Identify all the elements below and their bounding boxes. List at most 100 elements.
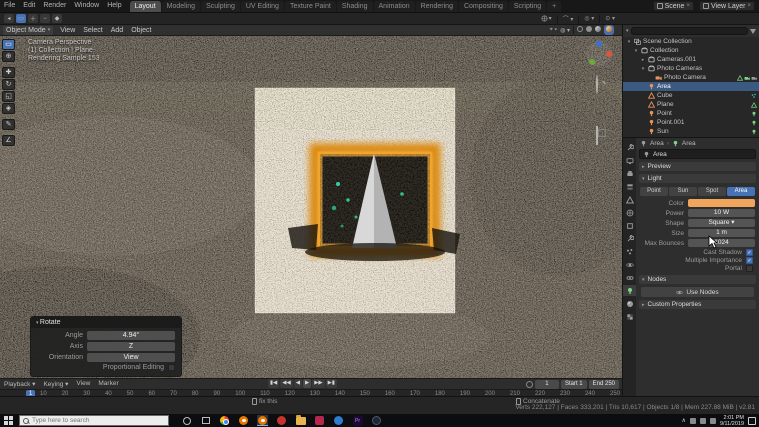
outliner-row-point-001[interactable]: Point.001 xyxy=(623,118,759,127)
filter-icon[interactable] xyxy=(750,28,756,34)
axis-x-handle[interactable] xyxy=(606,51,612,57)
select-box-tool[interactable]: ▭ xyxy=(2,39,15,50)
menu-edit[interactable]: Edit xyxy=(19,0,39,12)
play-button[interactable]: ▶ xyxy=(302,379,312,388)
taskbar-clock[interactable]: 2:01 PM 9/11/2019 xyxy=(720,415,744,427)
back-icon[interactable]: ◂ xyxy=(4,14,14,23)
auto-keying-toggle[interactable] xyxy=(525,380,533,388)
tab-texture-paint[interactable]: Texture Paint xyxy=(284,0,336,12)
timeline-menu-playback[interactable]: Playback ▾ xyxy=(0,380,39,388)
premiere-icon[interactable]: Pr xyxy=(352,415,363,426)
breadcrumb-data[interactable]: Area xyxy=(682,140,696,147)
field-value[interactable]: Z xyxy=(87,342,175,351)
current-frame-field[interactable]: 1 xyxy=(534,379,559,389)
rotate-panel-header[interactable]: ▾ Rotate xyxy=(31,317,181,328)
tab-rendering[interactable]: Rendering xyxy=(415,0,458,12)
orientation-dropdown[interactable]: ▾ xyxy=(541,15,552,22)
menu-window[interactable]: Window xyxy=(70,0,103,12)
tool-option-mix-icon[interactable]: ◆ xyxy=(52,14,62,23)
cortana-icon[interactable] xyxy=(181,415,192,426)
app-red-icon[interactable] xyxy=(276,415,287,426)
shading-material-button[interactable] xyxy=(595,26,601,34)
jump-to-end-button[interactable]: ▶▮ xyxy=(325,379,337,388)
menu-help[interactable]: Help xyxy=(103,0,125,12)
menu-render[interactable]: Render xyxy=(39,0,70,12)
light-section-header[interactable]: ▾ Light xyxy=(639,174,756,183)
tab-shading[interactable]: Shading xyxy=(336,0,373,12)
notification-center-icon[interactable] xyxy=(748,416,756,425)
measure-tool[interactable]: ∠ xyxy=(2,135,15,146)
frame-start-field[interactable]: Start 1 xyxy=(560,379,587,389)
viewport-menu-add[interactable]: Add xyxy=(107,27,127,34)
menu-file[interactable]: File xyxy=(0,0,19,12)
play-reverse-button[interactable]: ◀ xyxy=(293,379,302,388)
light-type-area[interactable]: Area xyxy=(727,187,755,196)
app-dark-icon[interactable] xyxy=(371,415,382,426)
properties-tab-tool[interactable] xyxy=(623,142,637,153)
timeline-menu-view[interactable]: View xyxy=(72,380,94,388)
tray-icon-2[interactable] xyxy=(699,417,706,424)
tab-compositing[interactable]: Compositing xyxy=(458,0,508,12)
outliner-row-area[interactable]: Area xyxy=(623,82,759,91)
light-color-swatch[interactable] xyxy=(688,199,755,207)
app-blue-icon[interactable] xyxy=(333,415,344,426)
property-value-power[interactable]: 10 W xyxy=(688,209,755,217)
nodes-section-header[interactable]: ▾ Nodes xyxy=(639,275,756,284)
taskbar-search[interactable] xyxy=(19,415,169,426)
properties-tab-render[interactable] xyxy=(623,155,637,166)
multiple-importance-checkbox[interactable]: ✓ xyxy=(746,257,753,264)
properties-tab-texture[interactable] xyxy=(623,311,637,322)
tab-animation[interactable]: Animation xyxy=(373,0,415,12)
tray-expand-icon[interactable]: ∧ xyxy=(682,417,686,424)
viewport-menu-object[interactable]: Object xyxy=(127,27,155,34)
field-value[interactable]: 4.94° xyxy=(87,331,175,340)
prev-keyframe-button[interactable]: ◀◀ xyxy=(280,379,293,388)
proportional-editing-dropdown[interactable]: ◎ ▾ xyxy=(584,15,594,22)
outliner-search-input[interactable] xyxy=(630,27,748,35)
properties-tab-physics[interactable] xyxy=(623,259,637,270)
shading-wireframe-button[interactable] xyxy=(577,26,583,34)
properties-tab-output[interactable] xyxy=(623,168,637,179)
tool-option-add-icon[interactable]: ＋ xyxy=(28,14,38,23)
pivot-point-dropdown[interactable]: ⊙ ▾ xyxy=(605,15,615,22)
properties-tab-material[interactable] xyxy=(623,298,637,309)
expand-icon[interactable]: ▸ xyxy=(640,57,646,63)
tab-sculpting[interactable]: Sculpting xyxy=(201,0,240,12)
outliner-row-cameras-001[interactable]: ▸ Cameras.001 xyxy=(623,55,759,64)
properties-tab-view-layer[interactable] xyxy=(623,181,637,192)
property-value-size[interactable]: 1 m xyxy=(688,229,755,237)
blender-active-icon[interactable] xyxy=(257,415,268,426)
blender-icon[interactable] xyxy=(238,415,249,426)
mode-selector[interactable]: Object Mode ▾ xyxy=(3,25,54,35)
custom-properties-section-header[interactable]: ▸ Custom Properties xyxy=(639,300,756,309)
viewport-menu-view[interactable]: View xyxy=(56,27,79,34)
camera-view-icon[interactable] xyxy=(596,110,605,119)
viewport-menu-select[interactable]: Select xyxy=(79,27,106,34)
properties-tab-object[interactable] xyxy=(623,220,637,231)
frame-end-field[interactable]: End 250 xyxy=(588,379,619,389)
portal-checkbox[interactable] xyxy=(746,265,753,272)
scene-selector[interactable]: Scene × xyxy=(652,1,694,11)
tab-layout[interactable]: Layout xyxy=(129,0,161,12)
tab-scripting[interactable]: Scripting xyxy=(508,0,547,12)
axis-z-handle[interactable] xyxy=(596,41,602,47)
expand-icon[interactable]: ▾ xyxy=(633,48,639,54)
task-view-icon[interactable] xyxy=(200,415,211,426)
rotate-tool[interactable]: ↻ xyxy=(2,79,15,90)
outliner-row-photo-cameras[interactable]: ▾ Photo Cameras xyxy=(623,64,759,73)
proportional-editing-checkbox[interactable] xyxy=(168,364,175,371)
gizmo-toggle-icon[interactable]: ⌖ ▾ xyxy=(550,27,558,34)
active-tool-icon[interactable]: ▭ xyxy=(16,14,26,23)
property-value-max-bounces[interactable]: 1024 xyxy=(688,239,755,247)
field-value[interactable]: View xyxy=(87,353,175,362)
chrome-icon[interactable] xyxy=(219,415,230,426)
light-type-sun[interactable]: Sun xyxy=(669,187,697,196)
axis-y-handle[interactable] xyxy=(589,59,595,65)
search-input[interactable] xyxy=(32,417,152,424)
perspective-toggle-icon[interactable] xyxy=(596,126,605,145)
use-nodes-button[interactable]: Use Nodes xyxy=(641,287,754,297)
tray-icon-1[interactable] xyxy=(689,417,696,424)
properties-tab-world[interactable] xyxy=(623,207,637,218)
display-mode-icon[interactable]: ▾ xyxy=(626,28,629,34)
property-value-shape[interactable]: Square ▾ xyxy=(688,219,755,227)
